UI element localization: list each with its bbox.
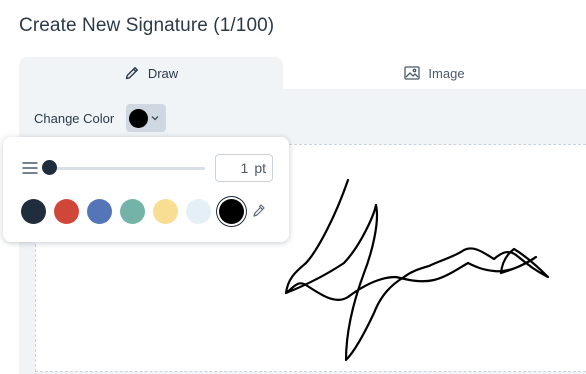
swatch-blue[interactable] xyxy=(87,199,112,224)
tab-bar: Draw Image xyxy=(19,57,586,89)
thickness-slider-track[interactable] xyxy=(46,167,205,170)
thickness-value: 1 xyxy=(240,160,249,176)
chevron-down-icon xyxy=(150,109,160,127)
tab-image-label: Image xyxy=(428,65,465,81)
swatch-black[interactable] xyxy=(219,199,244,224)
swatch-navy[interactable] xyxy=(21,199,46,224)
swatch-teal[interactable] xyxy=(120,199,145,224)
color-thickness-popover: 1 pt xyxy=(3,137,289,242)
color-swatches xyxy=(21,199,244,224)
line-thickness-icon xyxy=(22,161,38,180)
thickness-slider-handle[interactable] xyxy=(42,160,57,175)
selected-color-dot xyxy=(129,108,149,128)
tab-image[interactable]: Image xyxy=(283,57,586,89)
swatch-yellow[interactable] xyxy=(153,199,178,224)
change-color-label: Change Color xyxy=(34,110,115,126)
swatch-red[interactable] xyxy=(54,199,79,224)
pencil-icon xyxy=(124,65,140,81)
change-color-row: Change Color xyxy=(34,104,167,132)
tab-draw[interactable]: Draw xyxy=(19,57,283,89)
page-title: Create New Signature (1/100) xyxy=(19,15,275,36)
image-icon xyxy=(404,66,421,80)
eyedropper-icon[interactable] xyxy=(252,203,266,224)
tab-draw-label: Draw xyxy=(147,65,179,81)
color-picker-button[interactable] xyxy=(126,104,167,132)
thickness-unit: pt xyxy=(254,160,266,176)
thickness-input[interactable]: 1 pt xyxy=(215,154,273,182)
swatch-light-blue[interactable] xyxy=(186,199,211,224)
